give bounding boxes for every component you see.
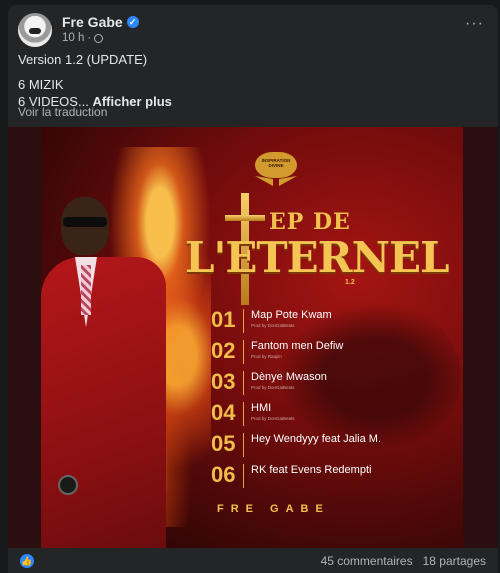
watch — [58, 475, 78, 495]
track-title: Map Pote Kwam — [251, 309, 332, 321]
track-item: 02 Fantom men Defiw Prod by Raajim — [211, 338, 431, 369]
track-number: 02 — [211, 338, 236, 363]
track-title: Dènye Mwason — [251, 371, 327, 383]
post-card: Fre Gabe ✓ 10 h · ··· Version 1.2 (UPDAT… — [8, 5, 498, 573]
title-version: 1.2 — [345, 279, 355, 286]
track-item: 06 RK feat Evens Redempti — [211, 462, 431, 493]
track-producer: Prod by DonGaiBeats — [251, 323, 295, 328]
track-title: HMI — [251, 402, 272, 414]
track-producer: Prod by DonGaiBeats — [251, 385, 295, 390]
title-top: EP DE — [269, 209, 351, 235]
track-item: 04 HMI Prod by DonGaiBeats — [211, 400, 431, 431]
track-producer: Prod by Raajim — [251, 354, 282, 359]
album-title: EP DE L'ETERNEL 1.2 — [181, 193, 450, 305]
more-options-icon[interactable]: ··· — [465, 15, 484, 33]
post-image[interactable]: INSPIRATION DIVINE EP DE L'ETERNEL 1.2 0… — [8, 127, 498, 548]
author-avatar[interactable] — [18, 13, 52, 47]
track-producer: Prod by DonGaiBeats — [251, 416, 295, 421]
track-number: 03 — [211, 369, 236, 394]
track-title: Fantom men Defiw — [251, 340, 344, 352]
author-row: Fre Gabe ✓ — [62, 14, 139, 30]
artist-photo — [41, 187, 191, 548]
post-line-2: 6 MIZIK — [18, 77, 64, 92]
label-logo: INSPIRATION DIVINE — [251, 152, 301, 188]
tie — [81, 265, 91, 315]
track-number: 06 — [211, 462, 236, 487]
globe-icon — [94, 33, 104, 43]
track-number: 05 — [211, 431, 236, 456]
track-item: 03 Dènye Mwason Prod by DonGaiBeats — [211, 369, 431, 400]
track-item: 01 Map Pote Kwam Prod by DonGaiBeats — [211, 307, 431, 338]
album-cover: INSPIRATION DIVINE EP DE L'ETERNEL 1.2 0… — [41, 127, 463, 548]
comments-count[interactable]: 45 commentaires — [321, 554, 413, 568]
sunglasses — [63, 217, 107, 227]
track-number: 01 — [211, 307, 236, 332]
post-header: Fre Gabe ✓ 10 h · ··· — [18, 13, 488, 49]
post-footer: 👍 45 commentaires 18 partages — [8, 550, 498, 573]
logo-text: INSPIRATION DIVINE — [261, 158, 291, 168]
track-number: 04 — [211, 400, 236, 425]
shares-count[interactable]: 18 partages — [423, 554, 486, 568]
artist-name: FRE GABE — [217, 503, 330, 515]
post-line-1: Version 1.2 (UPDATE) — [18, 52, 148, 67]
verified-badge-icon: ✓ — [126, 16, 139, 28]
post-meta: 10 h · — [62, 32, 104, 44]
engagement-stats: 45 commentaires 18 partages — [321, 554, 486, 568]
post-time[interactable]: 10 h — [62, 32, 84, 44]
tracklist: 01 Map Pote Kwam Prod by DonGaiBeats 02 … — [211, 307, 431, 493]
like-reaction-icon[interactable]: 👍 — [20, 554, 34, 568]
translate-link[interactable]: Voir la traduction — [18, 105, 107, 119]
track-item: 05 Hey Wendyyy feat Jalia M. — [211, 431, 431, 462]
track-title: Hey Wendyyy feat Jalia M. — [251, 433, 382, 445]
track-title: RK feat Evens Redempti — [251, 464, 372, 476]
red-suit — [41, 257, 166, 548]
author-name[interactable]: Fre Gabe — [62, 14, 123, 30]
post-text: Version 1.2 (UPDATE) 6 MIZIK 6 VIDEOS...… — [18, 51, 488, 110]
title-main: L'ETERNEL — [185, 233, 450, 282]
separator-dot: · — [87, 32, 92, 44]
